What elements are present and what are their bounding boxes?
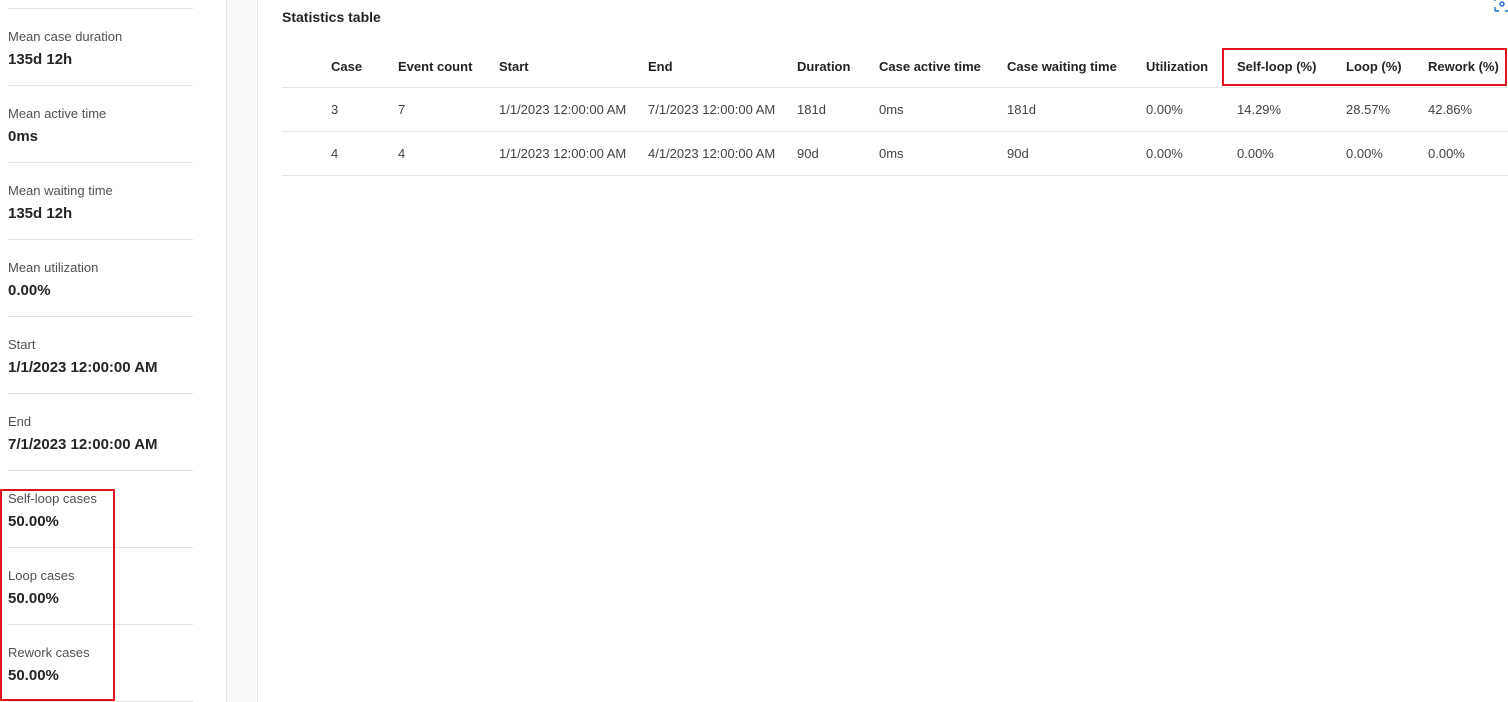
cell-self-loop: 0.00% bbox=[1237, 146, 1274, 161]
stat-label: Mean waiting time bbox=[8, 183, 113, 198]
cell-case-waiting-time: 181d bbox=[1007, 102, 1036, 117]
statistics-table: Case Event count Start End Duration Case… bbox=[282, 44, 1508, 176]
column-header-event-count[interactable]: Event count bbox=[398, 44, 472, 88]
cell-case-waiting-time: 90d bbox=[1007, 146, 1029, 161]
cell-self-loop: 14.29% bbox=[1237, 102, 1282, 117]
stat-rework-cases: Rework cases 50.00% bbox=[8, 625, 193, 702]
cell-end: 7/1/2023 12:00:00 AM bbox=[648, 102, 776, 117]
cell-end: 4/1/2023 12:00:00 AM bbox=[648, 146, 776, 161]
summary-stat-list: Mean case duration 135d 12h Mean active … bbox=[8, 8, 193, 702]
cell-case-active-time: 0ms bbox=[879, 146, 904, 161]
cell-loop: 28.57% bbox=[1346, 102, 1391, 117]
stat-value: 50.00% bbox=[8, 513, 59, 530]
column-header-case[interactable]: Case bbox=[331, 44, 362, 88]
stat-value: 1/1/2023 12:00:00 AM bbox=[8, 359, 158, 376]
stat-label: Self-loop cases bbox=[8, 491, 97, 506]
cell-duration: 90d bbox=[797, 146, 819, 161]
stat-value: 7/1/2023 12:00:00 AM bbox=[8, 436, 158, 453]
stat-mean-active-time: Mean active time 0ms bbox=[8, 86, 193, 163]
column-header-loop[interactable]: Loop (%) bbox=[1346, 44, 1402, 88]
column-header-self-loop[interactable]: Self-loop (%) bbox=[1237, 44, 1316, 88]
table-header-row: Case Event count Start End Duration Case… bbox=[282, 44, 1508, 88]
panel-gap bbox=[227, 0, 257, 702]
stat-label: Start bbox=[8, 337, 36, 352]
cell-start: 1/1/2023 12:00:00 AM bbox=[499, 146, 627, 161]
cell-case: 3 bbox=[331, 102, 339, 117]
focus-mode-icon[interactable] bbox=[1494, 0, 1508, 12]
cell-case-active-time: 0ms bbox=[879, 102, 904, 117]
column-header-case-waiting-time[interactable]: Case waiting time bbox=[1007, 44, 1117, 88]
stat-loop-cases: Loop cases 50.00% bbox=[8, 548, 193, 625]
cell-loop: 0.00% bbox=[1346, 146, 1383, 161]
stat-label: End bbox=[8, 414, 32, 429]
stat-value: 50.00% bbox=[8, 590, 59, 607]
stat-end: End 7/1/2023 12:00:00 AM bbox=[8, 394, 193, 471]
stat-mean-utilization: Mean utilization 0.00% bbox=[8, 240, 193, 317]
column-header-utilization[interactable]: Utilization bbox=[1146, 44, 1208, 88]
cell-rework: 0.00% bbox=[1428, 146, 1465, 161]
statistics-panel: Statistics table Case Event count Start … bbox=[258, 0, 1508, 702]
column-header-duration[interactable]: Duration bbox=[797, 44, 850, 88]
stat-value: 0.00% bbox=[8, 282, 51, 299]
cell-case: 4 bbox=[331, 146, 339, 161]
page: Mean case duration 135d 12h Mean active … bbox=[0, 0, 1508, 702]
cell-duration: 181d bbox=[797, 102, 826, 117]
cell-utilization: 0.00% bbox=[1146, 146, 1183, 161]
column-header-case-active-time[interactable]: Case active time bbox=[879, 44, 981, 88]
stat-self-loop-cases: Self-loop cases 50.00% bbox=[8, 471, 193, 548]
table-row[interactable]: 3 7 1/1/2023 12:00:00 AM 7/1/2023 12:00:… bbox=[282, 88, 1508, 132]
stat-value: 135d 12h bbox=[8, 205, 73, 222]
cell-event-count: 4 bbox=[398, 146, 406, 161]
stat-mean-case-duration: Mean case duration 135d 12h bbox=[8, 9, 193, 86]
stat-label: Loop cases bbox=[8, 568, 75, 583]
statistics-table-title: Statistics table bbox=[282, 9, 381, 25]
stat-value: 50.00% bbox=[8, 667, 59, 684]
cell-utilization: 0.00% bbox=[1146, 102, 1183, 117]
stat-value: 135d 12h bbox=[8, 51, 73, 68]
stat-label: Mean utilization bbox=[8, 260, 99, 275]
stat-mean-waiting-time: Mean waiting time 135d 12h bbox=[8, 163, 193, 240]
stat-label: Rework cases bbox=[8, 645, 90, 660]
stat-value: 0ms bbox=[8, 128, 39, 145]
stat-label: Mean case duration bbox=[8, 29, 123, 44]
summary-panel: Mean case duration 135d 12h Mean active … bbox=[0, 0, 226, 702]
column-header-rework[interactable]: Rework (%) bbox=[1428, 44, 1499, 88]
stat-label: Mean active time bbox=[8, 106, 107, 121]
table-row[interactable]: 4 4 1/1/2023 12:00:00 AM 4/1/2023 12:00:… bbox=[282, 132, 1508, 176]
column-header-start[interactable]: Start bbox=[499, 44, 529, 88]
cell-event-count: 7 bbox=[398, 102, 406, 117]
column-header-end[interactable]: End bbox=[648, 44, 673, 88]
stat-start: Start 1/1/2023 12:00:00 AM bbox=[8, 317, 193, 394]
cell-start: 1/1/2023 12:00:00 AM bbox=[499, 102, 627, 117]
cell-rework: 42.86% bbox=[1428, 102, 1473, 117]
